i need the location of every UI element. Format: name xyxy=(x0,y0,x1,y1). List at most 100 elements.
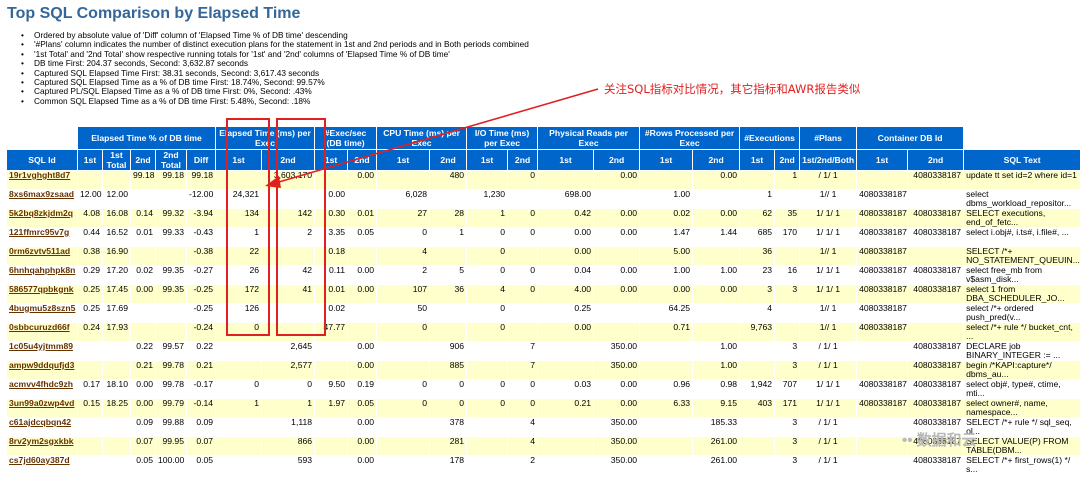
cell-io-1st: 0 xyxy=(467,265,508,284)
cell-sql-text: SELECT /*+ NO_STATEMENT_QUEUIN... xyxy=(964,246,1080,265)
header-plans: #Plans xyxy=(800,127,857,149)
cell-io-2nd: 0 xyxy=(508,379,538,398)
cell-sql-id[interactable]: 4bugmu5z8szn5 xyxy=(7,303,77,322)
cell-plans: 1// 1 xyxy=(800,189,857,208)
cell-elapsed-pct-2nd-total: 99.78 xyxy=(156,360,186,379)
cell-rows-1st: 6.33 xyxy=(640,398,693,417)
cell-elapsed-pct-diff: 0.21 xyxy=(187,360,216,379)
cell-cpu-2nd xyxy=(430,303,467,322)
table-row: c61ajdcqbqn42 0.09 99.88 0.09 1,118 0.00 378 4 3… xyxy=(7,417,1080,436)
header-executions: #Executions xyxy=(740,127,800,149)
cell-executions-1st xyxy=(740,171,775,189)
cell-elapsed-pct-2nd-total: 99.18 xyxy=(156,171,186,189)
cell-rows-1st xyxy=(640,171,693,189)
cell-sql-id[interactable]: ampw9ddqufjd3 xyxy=(7,360,77,379)
cell-sql-id[interactable]: 8rv2ym2sgxkbk xyxy=(7,436,77,455)
cell-elapsed-pct-1st: 0.24 xyxy=(78,322,102,341)
cell-container-2nd: 4080338187 xyxy=(908,265,964,284)
cell-executions-1st: 62 xyxy=(740,208,775,227)
cell-rows-2nd: 1.44 xyxy=(693,227,740,246)
cell-io-1st: 0 xyxy=(467,246,508,265)
cell-io-2nd: 0 xyxy=(508,265,538,284)
cell-sql-text: select owner#, name, namespace... xyxy=(964,398,1080,417)
cell-exec-sec-1st xyxy=(315,417,348,436)
cell-sql-id[interactable]: 1c05u4yjtmm89 xyxy=(7,341,77,360)
cell-executions-2nd xyxy=(775,246,800,265)
cell-plans: 1/ 1/ 1 xyxy=(800,284,857,303)
col-first: 1st xyxy=(315,150,348,170)
cell-elapsed-pct-1st-total: 18.10 xyxy=(103,379,130,398)
cell-cpu-1st: 0 xyxy=(377,398,430,417)
cell-io-2nd: 0 xyxy=(508,284,538,303)
cell-sql-id[interactable]: 121ffmrc95v7g xyxy=(7,227,77,246)
cell-elapsed-ms-2nd: 3,603,170 xyxy=(262,171,315,189)
cell-rows-1st: 64.25 xyxy=(640,303,693,322)
cell-exec-sec-2nd: 0.00 xyxy=(348,436,377,455)
cell-sql-id[interactable]: 0rm6zvtv511ad xyxy=(7,246,77,265)
cell-io-1st xyxy=(467,360,508,379)
cell-cpu-2nd: 0 xyxy=(430,379,467,398)
cell-elapsed-pct-1st: 0.44 xyxy=(78,227,102,246)
col-second: 2nd xyxy=(508,150,538,170)
cell-elapsed-ms-2nd: 2,577 xyxy=(262,360,315,379)
cell-rows-1st: 0.96 xyxy=(640,379,693,398)
cell-rows-2nd: 1.00 xyxy=(693,360,740,379)
cell-rows-2nd: 9.15 xyxy=(693,398,740,417)
cell-reads-2nd: 350.00 xyxy=(594,417,640,436)
cell-executions-2nd xyxy=(775,189,800,208)
cell-elapsed-ms-2nd: 0 xyxy=(262,379,315,398)
cell-exec-sec-2nd: 0.00 xyxy=(348,417,377,436)
header-io-time: I/O Time (ms) per Exec xyxy=(467,127,538,149)
cell-sql-id[interactable]: 3un99a0zwp4vd xyxy=(7,398,77,417)
cell-container-1st xyxy=(857,436,908,455)
cell-sql-id[interactable]: cs7jd60ay387d xyxy=(7,455,77,474)
cell-elapsed-pct-1st-total: 16.52 xyxy=(103,227,130,246)
cell-cpu-2nd: 1 xyxy=(430,227,467,246)
cell-cpu-1st: 6,028 xyxy=(377,189,430,208)
col-second-total: 2nd Total xyxy=(156,150,186,170)
cell-sql-text: select i.obj#, i.ts#, i.file#, ... xyxy=(964,227,1080,246)
cell-exec-sec-2nd xyxy=(348,322,377,341)
cell-elapsed-pct-diff: -12.00 xyxy=(187,189,216,208)
cell-io-2nd: 7 xyxy=(508,341,538,360)
cell-reads-1st: 0.00 xyxy=(538,246,594,265)
cell-plans: 1// 1 xyxy=(800,303,857,322)
cell-elapsed-pct-1st-total xyxy=(103,417,130,436)
table-row: 0rm6zvtv511ad 0.38 16.90 -0.38 22 0.18 4 0 0.00 5… xyxy=(7,246,1080,265)
cell-elapsed-pct-2nd-total xyxy=(156,322,186,341)
cell-sql-id[interactable]: 8xs6max9zsaad xyxy=(7,189,77,208)
cell-reads-1st xyxy=(538,436,594,455)
cell-sql-id[interactable]: 586577qpbkgnk xyxy=(7,284,77,303)
cell-exec-sec-1st: 3.35 xyxy=(315,227,348,246)
cell-sql-id[interactable]: 6hnhqahphpk8n xyxy=(7,265,77,284)
cell-rows-2nd: 261.00 xyxy=(693,455,740,474)
cell-reads-1st: 0.00 xyxy=(538,227,594,246)
cell-cpu-2nd: 378 xyxy=(430,417,467,436)
cell-io-1st: 0 xyxy=(467,398,508,417)
cell-executions-2nd: 3 xyxy=(775,360,800,379)
cell-io-2nd: 0 xyxy=(508,208,538,227)
cell-elapsed-pct-2nd xyxy=(131,322,155,341)
cell-executions-1st: 23 xyxy=(740,265,775,284)
cell-sql-id[interactable]: c61ajdcqbqn42 xyxy=(7,417,77,436)
cell-executions-2nd: 3 xyxy=(775,417,800,436)
cell-container-2nd xyxy=(908,246,964,265)
cell-executions-1st xyxy=(740,436,775,455)
cell-sql-id[interactable]: acmvv4fhdc9zh xyxy=(7,379,77,398)
cell-exec-sec-2nd: 0.00 xyxy=(348,284,377,303)
col-plans-sub: 1st/2nd/Both xyxy=(800,150,857,170)
cell-container-2nd: 4080338187 xyxy=(908,379,964,398)
cell-io-2nd: 0 xyxy=(508,171,538,189)
cell-elapsed-pct-2nd: 0.09 xyxy=(131,417,155,436)
cell-rows-1st: 1.00 xyxy=(640,189,693,208)
cell-plans: 1// 1 xyxy=(800,246,857,265)
cell-elapsed-pct-diff: 0.22 xyxy=(187,341,216,360)
cell-io-1st xyxy=(467,171,508,189)
cell-container-1st: 4080338187 xyxy=(857,379,908,398)
cell-sql-id[interactable]: 0sbbcuruzd66f xyxy=(7,322,77,341)
cell-sql-id[interactable]: 19r1vghght8d7 xyxy=(7,171,77,189)
cell-sql-id[interactable]: 5k2bq8zkjdm2q xyxy=(7,208,77,227)
cell-cpu-2nd: 178 xyxy=(430,455,467,474)
cell-elapsed-ms-1st: 172 xyxy=(216,284,262,303)
cell-container-2nd: 4080338187 xyxy=(908,360,964,379)
